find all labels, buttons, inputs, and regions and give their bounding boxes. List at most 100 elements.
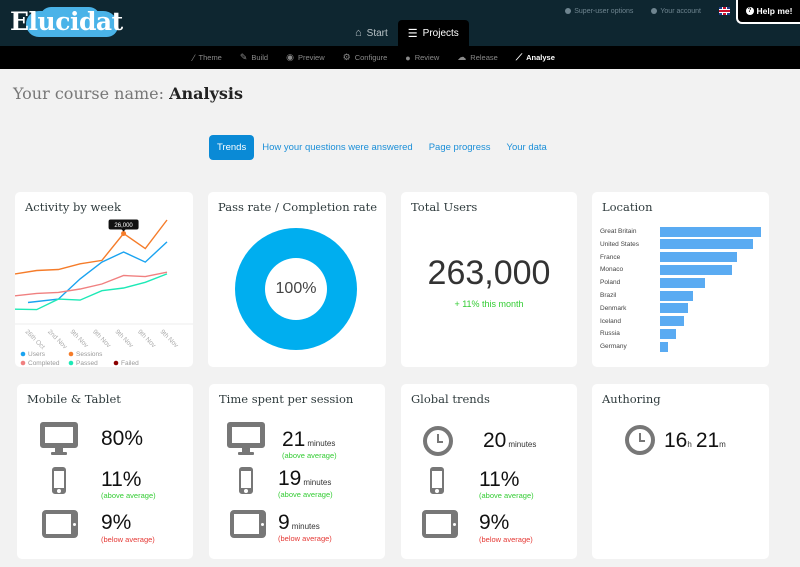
subnav-theme[interactable]: ⁄ Theme — [193, 53, 222, 63]
subnav-preview[interactable]: ◉ Preview — [286, 52, 325, 63]
card-title: Pass rate / Completion rate — [218, 200, 378, 214]
uk-flag-icon[interactable] — [719, 7, 730, 15]
tablet-icon — [42, 510, 78, 538]
legend-label-failed: Failed — [121, 360, 139, 367]
main-tab-projects[interactable]: ☰ Projects — [397, 20, 469, 46]
page-title: Your course name: Analysis — [13, 84, 243, 103]
location-bar — [660, 328, 677, 339]
stat-note: (below average) — [479, 535, 533, 544]
x-tick-label: 9th Nov — [69, 328, 90, 349]
main-tab-start[interactable]: ⌂ Start — [345, 20, 398, 46]
subnav-label: Build — [251, 53, 269, 62]
stat-number: 21 — [282, 428, 306, 451]
main-tab-label: Projects — [422, 27, 459, 39]
subnav-label: Analyse — [526, 53, 555, 62]
super-user-options-link[interactable]: Super-user options — [565, 8, 633, 15]
card-title: Location — [602, 200, 653, 214]
legend-label-passed: Passed — [76, 360, 98, 367]
pass-rate-donut: 100% — [235, 228, 357, 350]
subnav-label: Release — [470, 53, 498, 62]
link-label: Your account — [660, 7, 701, 15]
location-row: Poland — [600, 277, 706, 288]
tab-page-progress[interactable]: Page progress — [421, 135, 499, 160]
total-users-card: Total Users 263,000 + 11% this month — [401, 192, 577, 367]
activity-by-week-card: Activity by week 26,000 26th Oct 2nd Nov 9t… — [15, 192, 193, 367]
location-label: France — [600, 253, 621, 261]
tab-questions-answered[interactable]: How your questions were answered — [254, 135, 421, 160]
stat-value: 80% — [101, 427, 144, 450]
series-line-sessions — [15, 219, 168, 275]
help-button[interactable]: ? Help me! — [736, 0, 800, 24]
location-bar — [660, 252, 737, 263]
desktop-icon — [40, 422, 78, 460]
eye-icon: ◉ — [286, 52, 294, 62]
your-account-link[interactable]: Your account — [651, 8, 701, 15]
subnav-build[interactable]: ✎ Build — [240, 52, 268, 63]
legend-marker-users — [20, 351, 26, 357]
total-users-value: 263,000 — [427, 254, 551, 292]
card-title: Mobile & Tablet — [27, 392, 121, 406]
card-title: Time spent per session — [219, 392, 354, 406]
comments-icon: ● — [405, 52, 411, 63]
stat-value: 20 minutes — [483, 430, 536, 451]
gear-icon — [651, 8, 658, 14]
stat-note: (below average) — [278, 534, 332, 543]
hours-unit: h — [687, 440, 692, 449]
x-tick-label: 9th Nov — [136, 328, 157, 349]
stat-number: 9 — [278, 511, 290, 534]
stat-value: 11% — [101, 468, 142, 491]
subnav-label: Preview — [297, 53, 325, 62]
highlighted-point — [121, 230, 127, 236]
location-card: Location Great Britain United States Franc… — [592, 192, 769, 367]
minutes-unit: m — [719, 440, 726, 449]
subnav-label: Configure — [354, 53, 388, 62]
location-bar — [660, 303, 689, 314]
stat-note: (above average) — [278, 490, 333, 499]
x-tick-label: 26th Oct — [24, 328, 46, 350]
x-tick-label: 9th Nov — [114, 328, 135, 349]
elucidat-logo[interactable]: Elucidat — [10, 5, 123, 39]
location-bar — [660, 264, 732, 275]
tooltip-pointer — [121, 229, 126, 232]
location-label: Monaco — [600, 266, 624, 274]
chart-line-icon: ⟋ — [515, 52, 523, 62]
subnav-label: Review — [414, 53, 440, 62]
location-bar — [660, 226, 761, 237]
tab-your-data[interactable]: Your data — [499, 135, 555, 160]
page-title-main: Analysis — [169, 84, 244, 103]
location-bar — [660, 341, 669, 352]
card-title: Authoring — [602, 392, 661, 406]
stat-unit: minutes — [307, 439, 336, 448]
hours-value: 16 — [664, 429, 688, 452]
subnav-review[interactable]: ● Review — [405, 53, 439, 63]
x-tick-label: 2nd Nov — [46, 328, 69, 351]
stat-value: 11% — [479, 468, 520, 491]
stat-note: (above average) — [479, 491, 534, 500]
location-row: Great Britain — [600, 226, 761, 237]
stat-value: 9 minutes — [278, 512, 320, 533]
analysis-tabs: Trends How your questions were answered … — [209, 135, 555, 160]
cloud-upload-icon: ☁ — [457, 52, 467, 62]
tab-trends[interactable]: Trends — [209, 135, 255, 160]
mobile-tablet-card: Mobile & Tablet 80% 11% (above average) … — [17, 384, 193, 559]
course-name: Your course name: — [13, 84, 165, 103]
main-nav: ⌂ Start ☰ Projects — [345, 20, 469, 46]
clock-icon — [625, 425, 655, 455]
cogs-icon: ⚙ — [342, 52, 351, 62]
x-tick-label: 9th Nov — [159, 328, 180, 349]
donut-center: 100% — [265, 258, 327, 320]
location-bar — [660, 290, 694, 301]
authoring-time: 16h 21m — [664, 430, 726, 451]
stat-unit: minutes — [508, 440, 537, 449]
location-label: Germany — [600, 343, 627, 351]
stat-value: 9% — [101, 511, 132, 534]
main-tab-label: Start — [366, 27, 388, 39]
growth-indicator: + 11% this month — [454, 299, 524, 309]
pass-rate-card: Pass rate / Completion rate 100% — [208, 192, 386, 367]
subnav-analyse[interactable]: ⟋ Analyse — [516, 52, 555, 63]
subnav-release[interactable]: ☁ Release — [457, 52, 498, 63]
list-icon: ☰ — [407, 27, 418, 40]
gear-icon — [565, 8, 572, 14]
card-title: Global trends — [411, 392, 490, 406]
subnav-configure[interactable]: ⚙ Configure — [343, 52, 388, 63]
